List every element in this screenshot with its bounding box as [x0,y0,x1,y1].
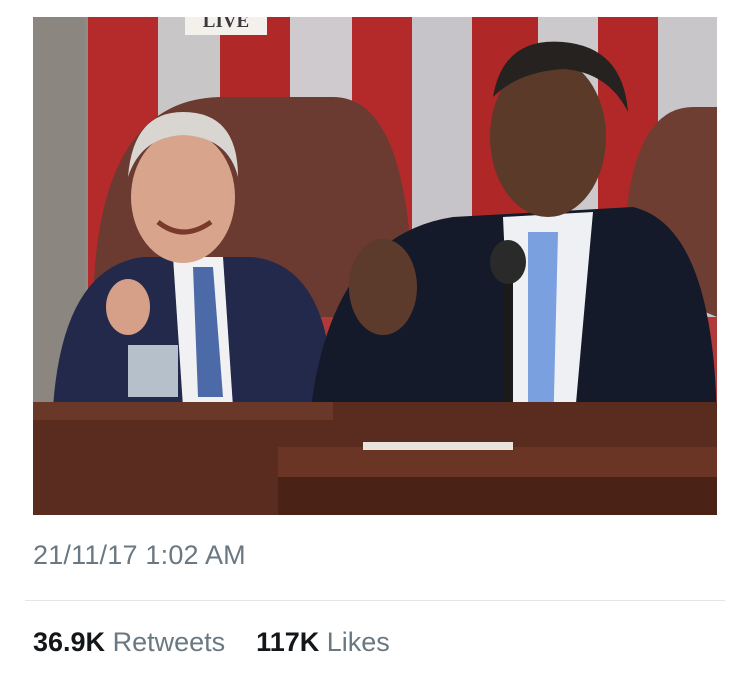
media-scene [33,17,717,515]
tweet-stats: 36.9K Retweets 117K Likes [33,627,390,658]
live-banner-text: LIVE [202,17,250,32]
tweet-detail: LIVE 21/11/17 1:02 AM 36.9K Retweets 117… [0,0,750,683]
retweets-label: Retweets [112,627,226,657]
likes-stat[interactable]: 117K Likes [249,627,390,657]
likes-label: Likes [326,627,390,657]
desk [33,402,717,515]
divider [25,600,725,601]
retweets-count: 36.9K [33,627,106,657]
likes-count: 117K [256,627,320,657]
tweet-timestamp[interactable]: 21/11/17 1:02 AM [33,540,246,571]
retweets-stat[interactable]: 36.9K Retweets [33,627,233,657]
tweet-media-gif[interactable]: LIVE [33,17,717,515]
